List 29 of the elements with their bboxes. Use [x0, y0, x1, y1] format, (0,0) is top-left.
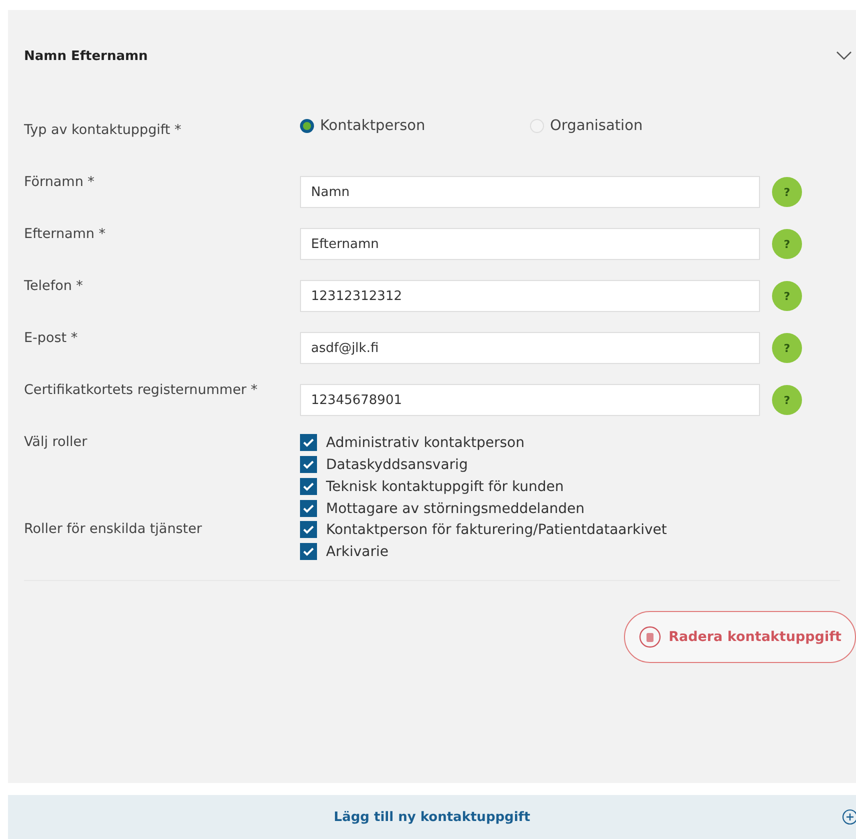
add-contact-button[interactable]: Lägg till ny kontaktuppgift — [8, 795, 856, 839]
help-button[interactable]: ? — [772, 229, 802, 259]
field-label: Typ av kontaktuppgift * — [24, 121, 182, 138]
panel-title: Namn Efternamn — [24, 48, 148, 64]
role-checkbox[interactable]: Dataskyddsansvarig — [300, 456, 585, 473]
radio-option[interactable]: Kontaktperson — [300, 118, 530, 134]
role-checkbox[interactable]: Mottagare av störningsmeddelanden — [300, 500, 585, 517]
role-checkbox[interactable]: Teknisk kontaktuppgift för kunden — [300, 478, 585, 495]
delete-button[interactable]: Radera kontaktuppgift — [624, 611, 856, 663]
field-label: Certifikatkortets registernummer * — [24, 381, 258, 398]
role-checkbox[interactable]: Administrativ kontaktperson — [300, 434, 585, 451]
role-checkbox[interactable]: Kontaktperson för fakturering/Patientdataarkivet — [300, 521, 667, 538]
help-button[interactable]: ? — [772, 333, 802, 363]
help-button[interactable]: ? — [772, 281, 802, 311]
input-field[interactable]: Namn — [300, 176, 760, 208]
help-button[interactable]: ? — [772, 177, 802, 207]
input-field[interactable]: asdf@jlk.fi — [300, 332, 760, 364]
field-label: Förnamn * — [24, 173, 96, 190]
radio-option[interactable]: Organisation — [530, 118, 760, 134]
input-field[interactable]: 12345678901 — [300, 384, 760, 416]
field-label: Roller för enskilda tjänster — [24, 520, 203, 537]
field-label: Efternamn * — [24, 225, 107, 242]
help-button[interactable]: ? — [772, 385, 802, 415]
field-label: E-post * — [24, 329, 79, 346]
input-field[interactable]: 12312312312 — [300, 280, 760, 312]
role-checkbox[interactable]: Arkivarie — [300, 543, 667, 560]
field-label: Välj roller — [24, 433, 88, 450]
input-field[interactable]: Efternamn — [300, 228, 760, 260]
field-label: Telefon * — [24, 277, 84, 294]
